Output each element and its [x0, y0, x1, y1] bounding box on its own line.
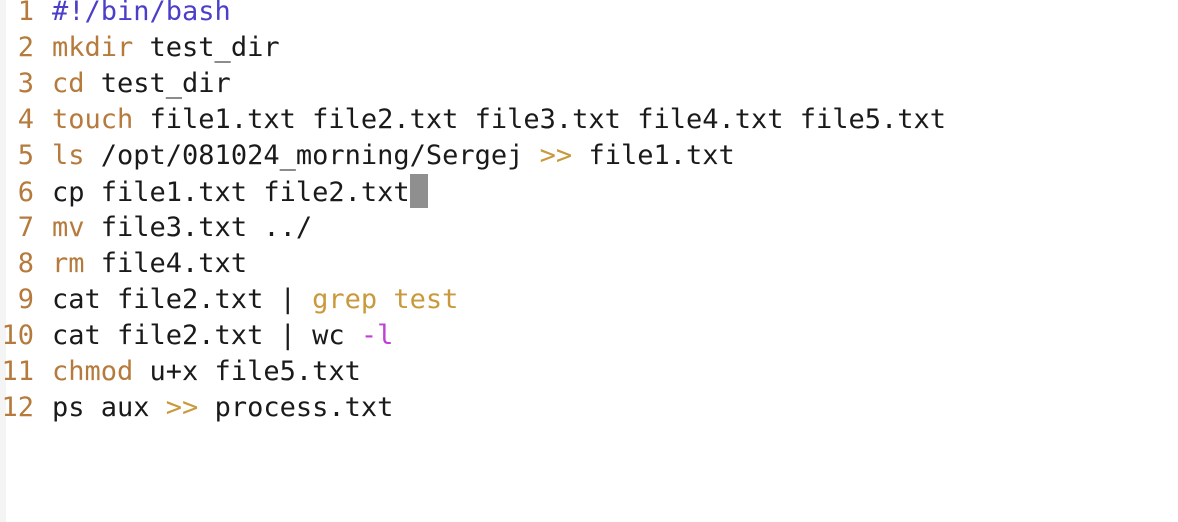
code-token-text: cat file2.txt |: [52, 284, 313, 315]
line-number: 5: [17, 140, 34, 171]
code-token-kw: touch: [52, 104, 134, 135]
code-token-kw: mkdir: [52, 32, 134, 63]
line-number: 12: [1, 392, 34, 423]
line-number: 11: [1, 356, 34, 387]
code-token-kw: ls: [52, 140, 85, 171]
code-token-op: >>: [165, 392, 199, 423]
line-number: 9: [17, 284, 34, 315]
code-token-text: u+x file5.txt: [133, 356, 361, 387]
code-token-text: file1.txt file2.txt file3.txt file4.txt …: [133, 104, 947, 135]
code-line[interactable]: 11 chmod u+x file5.txt: [0, 354, 361, 390]
code-token-text: test_dir: [84, 68, 231, 99]
code-editor[interactable]: 1 #!/bin/bash 2 mkdir test_dir 3 cd test_dir 4…: [0, 0, 1178, 522]
code-token-kw: mv: [52, 212, 85, 243]
code-token-op: >>: [539, 140, 573, 171]
line-number: 10: [1, 320, 34, 351]
code-token-kw: rm: [52, 248, 85, 279]
code-line[interactable]: 1 #!/bin/bash: [0, 0, 231, 30]
code-line[interactable]: 6 cp file1.txt file2.txt: [0, 174, 428, 210]
line-number: 2: [17, 32, 34, 63]
code-token-shebang: #!/bin/bash: [52, 0, 231, 27]
code-token-text: test_dir: [133, 32, 280, 63]
code-token-text: cp file1.txt file2.txt: [52, 177, 410, 208]
code-token-kw: chmod: [52, 356, 134, 387]
code-line[interactable]: 3 cd test_dir: [0, 66, 231, 102]
code-token-text: ps aux: [52, 392, 166, 423]
line-number: 8: [17, 248, 34, 279]
code-token-text: file3.txt ../: [84, 212, 313, 243]
code-line[interactable]: 9 cat file2.txt | grep test: [0, 282, 459, 318]
code-line[interactable]: 4 touch file1.txt file2.txt file3.txt fil…: [0, 102, 946, 138]
code-token-text: process.txt: [198, 392, 394, 423]
code-line[interactable]: 12 ps aux >> process.txt: [0, 390, 393, 426]
code-token-kw: cd: [52, 68, 85, 99]
text-cursor: [409, 174, 428, 208]
line-number: 7: [17, 212, 34, 243]
line-number: 3: [17, 68, 34, 99]
code-token-text: cat file2.txt | wc: [52, 320, 361, 351]
code-token-flag: -l: [360, 320, 394, 351]
line-number: 6: [17, 177, 34, 208]
code-line[interactable]: 8 rm file4.txt: [0, 246, 247, 282]
code-line[interactable]: 7 mv file3.txt ../: [0, 210, 312, 246]
code-line[interactable]: 10 cat file2.txt | wc -l: [0, 318, 393, 354]
code-token-op: grep test: [312, 284, 459, 315]
code-token-text: /opt/081024_morning/Sergej: [84, 140, 540, 171]
code-line[interactable]: 2 mkdir test_dir: [0, 30, 280, 66]
code-token-text: file4.txt: [84, 248, 248, 279]
code-line[interactable]: 5 ls /opt/081024_morning/Sergej >> file1.…: [0, 138, 735, 174]
line-number: 1: [17, 0, 34, 27]
line-number: 4: [17, 104, 34, 135]
code-token-text: file1.txt: [572, 140, 735, 171]
